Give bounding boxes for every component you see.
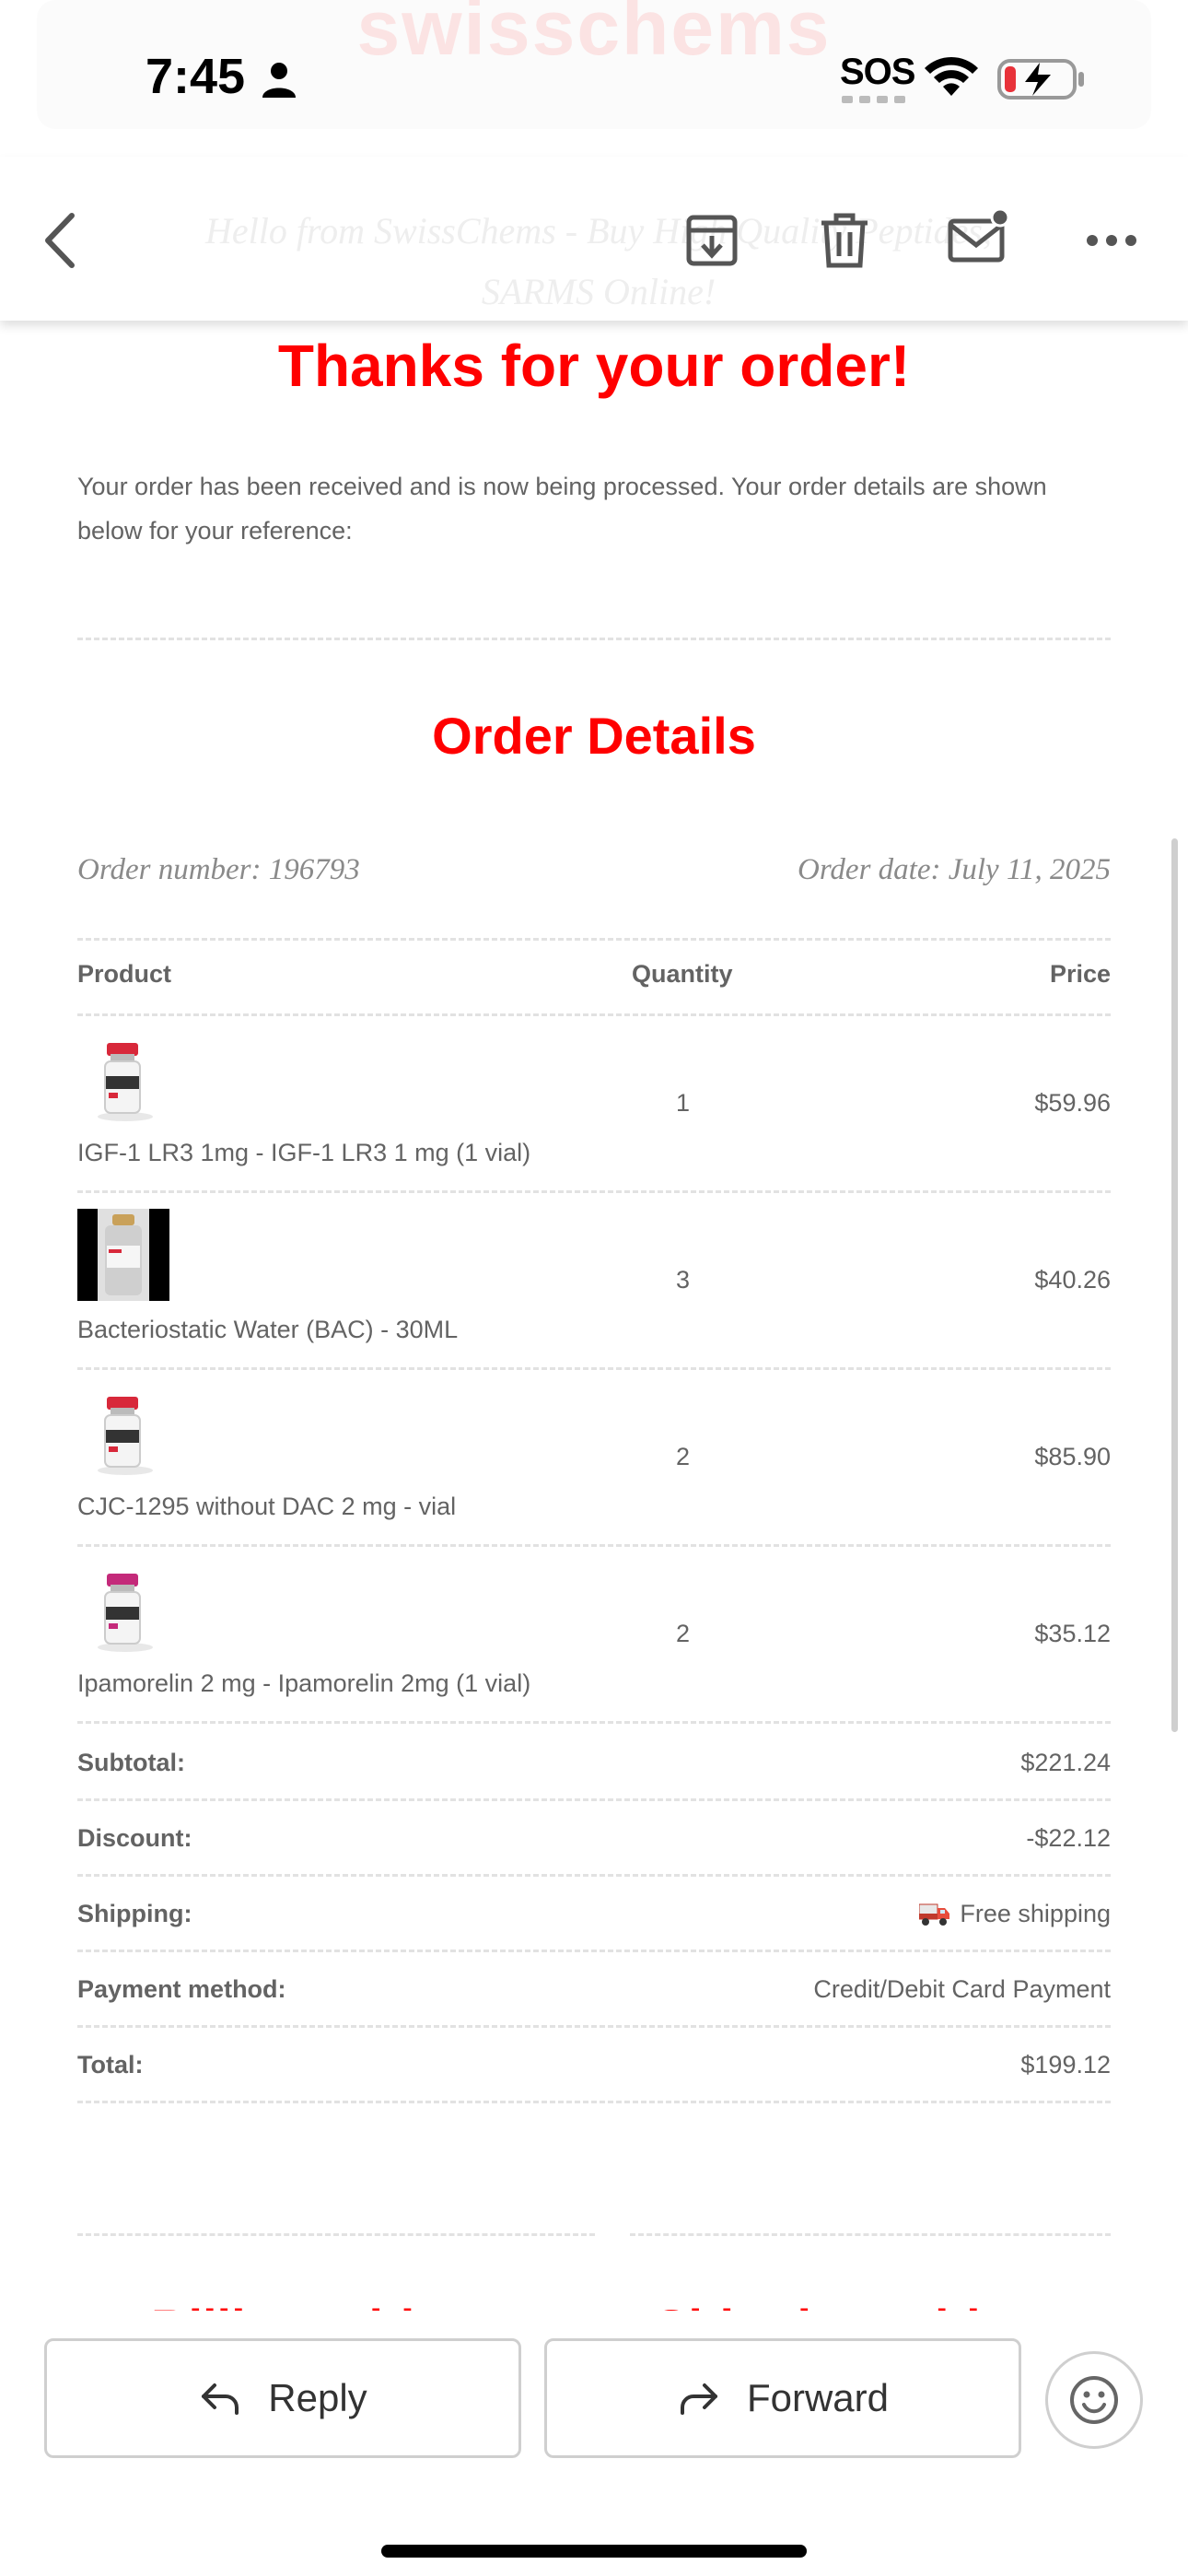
battery-charging-icon	[997, 59, 1084, 100]
payment-method-value: Credit/Debit Card Payment	[813, 1975, 1111, 2003]
trash-icon[interactable]	[812, 208, 877, 273]
forward-icon	[680, 2383, 717, 2415]
item-quantity: 2	[676, 1443, 691, 1470]
item-price: $35.12	[1034, 1620, 1111, 1647]
email-subject-faded: Hello from SwissChems - Buy High Quality…	[205, 210, 992, 312]
order-number: Order number: 196793	[77, 853, 360, 886]
product-thumbnail[interactable]	[77, 1209, 169, 1301]
item-name: IGF-1 LR3 1mg - IGF-1 LR3 1 mg (1 vial)	[77, 1139, 531, 1166]
item-name: Bacteriostatic Water (BAC) - 30ML	[77, 1316, 459, 1343]
status-bar: swisschems 7:45 SOS	[0, 0, 1188, 157]
wifi-icon	[925, 56, 978, 96]
back-icon[interactable]	[29, 208, 94, 273]
item-name: CJC-1295 without DAC 2 mg - vial	[77, 1493, 457, 1520]
divider	[77, 1013, 1111, 1016]
thanks-heading: Thanks for your order!	[277, 333, 911, 399]
forward-button[interactable]: Forward	[544, 2338, 1021, 2458]
product-thumbnail[interactable]	[77, 1034, 169, 1126]
smiley-icon	[1070, 2376, 1118, 2424]
reply-icon	[202, 2383, 239, 2415]
discount-value: -$22.12	[1026, 1824, 1111, 1852]
order-date: Order date: July 11, 2025	[797, 853, 1111, 886]
divider	[77, 1798, 1111, 1801]
shipping-value-text: Free shipping	[960, 1900, 1111, 1927]
person-icon	[262, 63, 296, 98]
intro-paragraph: Your order has been received and is now …	[77, 473, 1047, 544]
total-label: Total:	[77, 2051, 144, 2078]
order-details-heading: Order Details	[432, 707, 756, 765]
item-price: $85.90	[1034, 1443, 1111, 1470]
shipping-value: Free shipping	[919, 1900, 1111, 1928]
item-quantity: 2	[676, 1620, 691, 1647]
archive-icon[interactable]	[680, 208, 744, 273]
divider	[77, 638, 1111, 640]
discount-label: Discount:	[77, 1824, 192, 1852]
divider	[77, 1950, 1111, 1952]
action-bar: Reply Forward	[0, 2311, 1188, 2576]
divider	[77, 938, 1111, 941]
item-price: $59.96	[1034, 1089, 1111, 1117]
divider	[77, 2233, 595, 2236]
divider	[77, 1721, 1111, 1724]
item-quantity: 1	[676, 1089, 691, 1117]
subtotal-value: $221.24	[1020, 1749, 1111, 1776]
emoji-reaction-button[interactable]	[1045, 2351, 1143, 2449]
signal-dots-icon	[842, 96, 905, 103]
header-price: Price	[1049, 960, 1111, 988]
unread-mail-icon[interactable]	[947, 208, 1011, 273]
home-indicator[interactable]	[381, 2545, 807, 2558]
header-quantity: Quantity	[632, 960, 733, 988]
divider	[77, 1874, 1111, 1877]
divider	[77, 2025, 1111, 2028]
shipping-label: Shipping:	[77, 1900, 192, 1927]
payment-method-label: Payment method:	[77, 1975, 286, 2003]
subtotal-label: Subtotal:	[77, 1749, 185, 1776]
clock: 7:45	[146, 49, 246, 104]
product-thumbnail[interactable]	[77, 1388, 169, 1480]
sos-indicator: SOS	[840, 52, 915, 92]
product-thumbnail[interactable]	[77, 1564, 169, 1657]
forward-label: Forward	[746, 2376, 890, 2419]
item-name: Ipamorelin 2 mg - Ipamorelin 2mg (1 vial…	[77, 1669, 531, 1697]
divider	[77, 2101, 1111, 2103]
divider	[630, 2233, 1111, 2236]
email-toolbar: Hello from SwissChems - Buy High Quality…	[0, 157, 1188, 321]
total-value: $199.12	[1020, 2051, 1111, 2078]
header-product: Product	[77, 960, 172, 988]
divider	[77, 1367, 1111, 1370]
more-icon[interactable]	[1079, 208, 1144, 273]
scrollbar[interactable]	[1171, 838, 1178, 1732]
reply-button[interactable]: Reply	[44, 2338, 521, 2458]
delivery-truck-icon	[919, 1903, 950, 1926]
item-quantity: 3	[676, 1266, 691, 1294]
reply-label: Reply	[268, 2376, 367, 2419]
divider	[77, 1190, 1111, 1193]
divider	[77, 1544, 1111, 1547]
item-price: $40.26	[1034, 1266, 1111, 1294]
